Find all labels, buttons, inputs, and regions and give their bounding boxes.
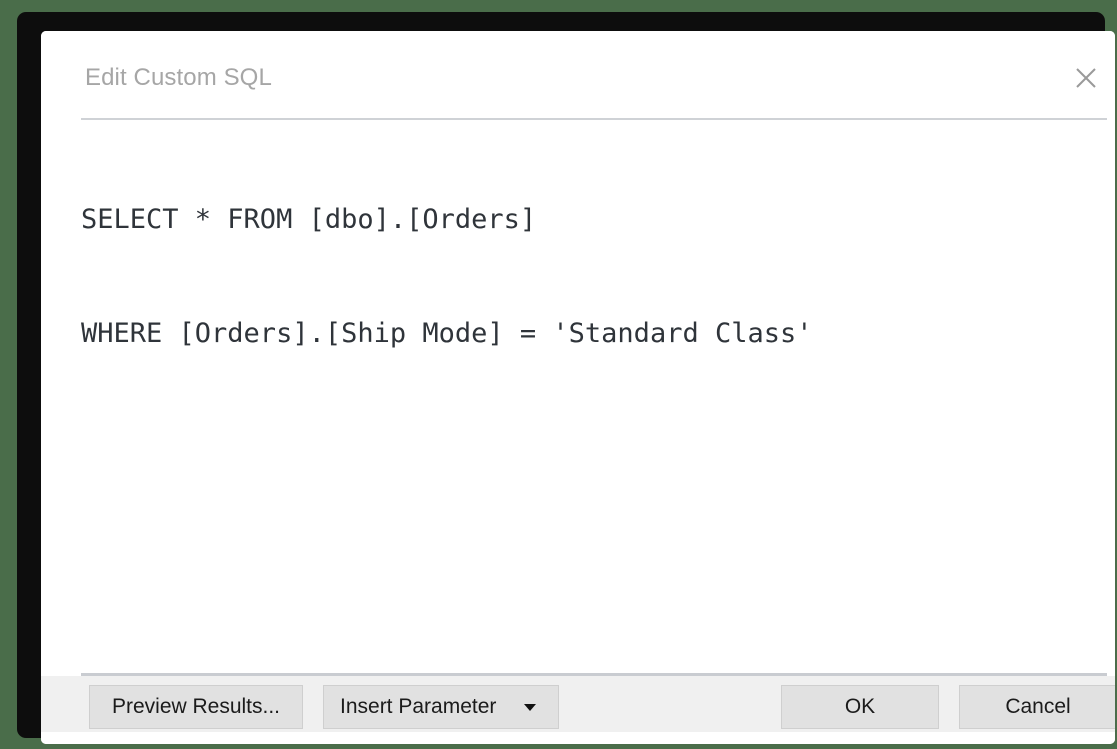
dialog-title: Edit Custom SQL <box>85 64 272 91</box>
edit-custom-sql-dialog: Edit Custom SQL SELECT * FROM [dbo].[Ord… <box>41 31 1115 744</box>
screenshot-inner-border: Edit Custom SQL SELECT * FROM [dbo].[Ord… <box>17 12 1115 744</box>
sql-line-2: WHERE [Orders].[Ship Mode] = 'Standard C… <box>81 318 813 349</box>
sql-line-1: SELECT * FROM [dbo].[Orders] <box>81 204 537 235</box>
insert-parameter-button[interactable]: Insert Parameter <box>323 685 559 729</box>
close-icon[interactable] <box>1066 58 1106 98</box>
screenshot-outer-frame: Edit Custom SQL SELECT * FROM [dbo].[Ord… <box>0 0 1117 749</box>
sql-text-content: SELECT * FROM [dbo].[Orders] WHERE [Orde… <box>81 125 813 429</box>
insert-parameter-label: Insert Parameter <box>340 695 497 718</box>
dialog-titlebar: Edit Custom SQL <box>41 31 1115 102</box>
cancel-button[interactable]: Cancel <box>959 685 1115 729</box>
title-separator <box>81 118 1107 120</box>
dialog-viewport: Edit Custom SQL SELECT * FROM [dbo].[Ord… <box>41 31 1115 744</box>
chevron-down-icon <box>524 704 536 711</box>
dialog-footer: Preview Results... Insert Parameter OK C… <box>41 676 1115 732</box>
preview-results-button[interactable]: Preview Results... <box>89 685 303 729</box>
sql-editor[interactable]: SELECT * FROM [dbo].[Orders] WHERE [Orde… <box>41 121 1115 677</box>
ok-button[interactable]: OK <box>781 685 939 729</box>
